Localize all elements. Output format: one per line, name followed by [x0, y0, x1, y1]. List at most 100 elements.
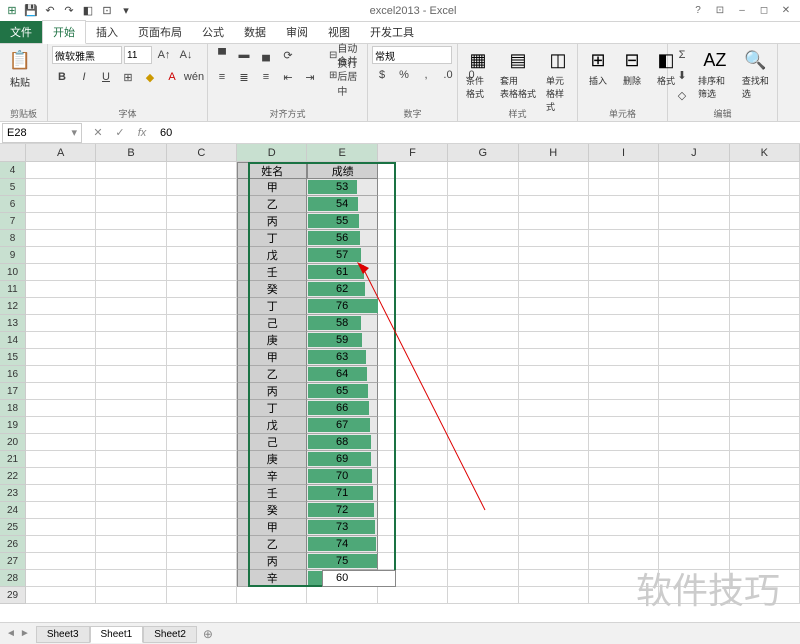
cell-G26[interactable] [448, 536, 518, 553]
cell-G17[interactable] [448, 383, 518, 400]
cell-I18[interactable] [589, 400, 659, 417]
clear-icon[interactable]: ◇ [672, 86, 692, 104]
cell-B21[interactable] [96, 451, 166, 468]
cell-F9[interactable] [378, 247, 448, 264]
cell-H6[interactable] [519, 196, 589, 213]
cell-D7[interactable]: 丙 [237, 213, 307, 230]
cell-J26[interactable] [659, 536, 729, 553]
cell-G19[interactable] [448, 417, 518, 434]
cell-F27[interactable] [378, 553, 448, 570]
cell-G10[interactable] [448, 264, 518, 281]
cell-F4[interactable] [378, 162, 448, 179]
cell-D19[interactable]: 戊 [237, 417, 307, 434]
cell-K7[interactable] [730, 213, 800, 230]
cancel-formula-icon[interactable]: ✕ [88, 124, 108, 142]
cell-H29[interactable] [519, 587, 589, 604]
cell-B28[interactable] [96, 570, 166, 587]
row-header[interactable]: 23 [0, 485, 26, 502]
autosum-icon[interactable]: Σ [672, 46, 692, 64]
cell-F26[interactable] [378, 536, 448, 553]
col-header-D[interactable]: D [237, 144, 307, 162]
cell-A27[interactable] [26, 553, 96, 570]
inc-decimal-icon[interactable]: .0 [438, 66, 458, 84]
cell-F21[interactable] [378, 451, 448, 468]
number-format-select[interactable] [372, 46, 452, 64]
cell-K16[interactable] [730, 366, 800, 383]
cell-I6[interactable] [589, 196, 659, 213]
cell-H15[interactable] [519, 349, 589, 366]
cell-K17[interactable] [730, 383, 800, 400]
row-header[interactable]: 4 [0, 162, 26, 179]
cell-G13[interactable] [448, 315, 518, 332]
cell-G22[interactable] [448, 468, 518, 485]
col-header-E[interactable]: E [307, 144, 377, 162]
cell-J9[interactable] [659, 247, 729, 264]
row-header[interactable]: 25 [0, 519, 26, 536]
cell-G29[interactable] [448, 587, 518, 604]
cell-K15[interactable] [730, 349, 800, 366]
cell-A20[interactable] [26, 434, 96, 451]
cell-B8[interactable] [96, 230, 166, 247]
cell-K19[interactable] [730, 417, 800, 434]
row-header[interactable]: 27 [0, 553, 26, 570]
cell-C27[interactable] [167, 553, 237, 570]
cell-B5[interactable] [96, 179, 166, 196]
tab-formulas[interactable]: 公式 [192, 21, 234, 43]
cell-E9[interactable]: 57 [307, 247, 377, 264]
cell-E22[interactable]: 70 [307, 468, 377, 485]
cell-F23[interactable] [378, 485, 448, 502]
shrink-font-icon[interactable]: A↓ [176, 46, 196, 64]
cell-B15[interactable] [96, 349, 166, 366]
row-header[interactable]: 19 [0, 417, 26, 434]
ribbon-opts-icon[interactable]: ⊡ [710, 3, 730, 19]
cell-E15[interactable]: 63 [307, 349, 377, 366]
align-right-icon[interactable]: ≡ [256, 68, 276, 86]
row-header[interactable]: 26 [0, 536, 26, 553]
cell-G27[interactable] [448, 553, 518, 570]
cell-B19[interactable] [96, 417, 166, 434]
cell-K24[interactable] [730, 502, 800, 519]
cell-E20[interactable]: 68 [307, 434, 377, 451]
cell-B12[interactable] [96, 298, 166, 315]
cell-E12[interactable]: 76 [307, 298, 377, 315]
cell-F8[interactable] [378, 230, 448, 247]
cell-F16[interactable] [378, 366, 448, 383]
col-header-H[interactable]: H [519, 144, 589, 162]
cell-K23[interactable] [730, 485, 800, 502]
cell-H19[interactable] [519, 417, 589, 434]
fill-color-button[interactable]: ◆ [140, 68, 160, 86]
cell-D18[interactable]: 丁 [237, 400, 307, 417]
cell-I25[interactable] [589, 519, 659, 536]
cell-C20[interactable] [167, 434, 237, 451]
cell-E13[interactable]: 58 [307, 315, 377, 332]
cell-H8[interactable] [519, 230, 589, 247]
fill-icon[interactable]: ⬇ [672, 66, 692, 84]
cell-C24[interactable] [167, 502, 237, 519]
cell-F12[interactable] [378, 298, 448, 315]
cell-F24[interactable] [378, 502, 448, 519]
cell-B20[interactable] [96, 434, 166, 451]
cell-H21[interactable] [519, 451, 589, 468]
cell-C23[interactable] [167, 485, 237, 502]
cell-D12[interactable]: 丁 [237, 298, 307, 315]
sheet-tab-sheet2[interactable]: Sheet2 [143, 626, 197, 643]
cell-D16[interactable]: 乙 [237, 366, 307, 383]
sort-filter-button[interactable]: AZ排序和筛选 [694, 46, 736, 102]
cell-A5[interactable] [26, 179, 96, 196]
cell-K22[interactable] [730, 468, 800, 485]
cell-I27[interactable] [589, 553, 659, 570]
save-icon[interactable]: 💾 [23, 3, 39, 19]
italic-button[interactable]: I [74, 68, 94, 86]
close-icon[interactable]: ✕ [776, 3, 796, 19]
cell-F13[interactable] [378, 315, 448, 332]
cell-J29[interactable] [659, 587, 729, 604]
col-header-C[interactable]: C [167, 144, 237, 162]
cell-F17[interactable] [378, 383, 448, 400]
cell-K6[interactable] [730, 196, 800, 213]
row-header[interactable]: 13 [0, 315, 26, 332]
row-header[interactable]: 8 [0, 230, 26, 247]
comma-icon[interactable]: , [416, 66, 436, 84]
cell-C29[interactable] [167, 587, 237, 604]
cell-J21[interactable] [659, 451, 729, 468]
phonetic-button[interactable]: wén [184, 68, 204, 86]
